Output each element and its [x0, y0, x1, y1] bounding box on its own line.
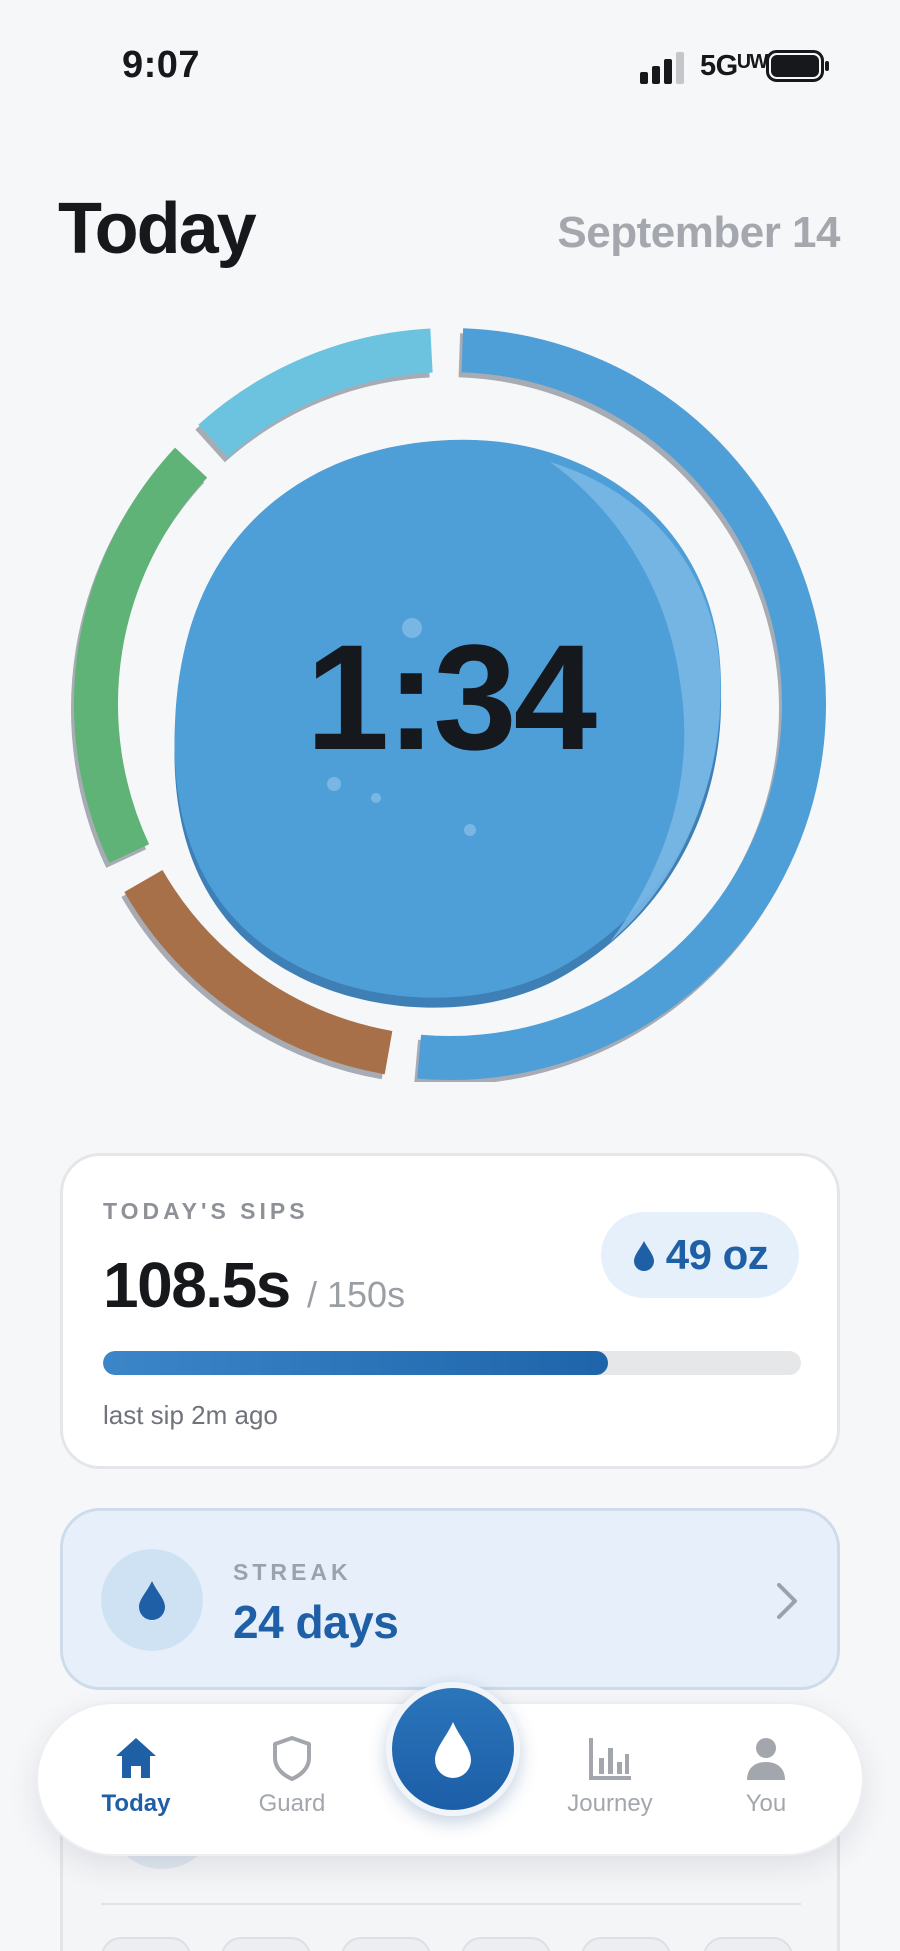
- log-sip-button[interactable]: [386, 1682, 520, 1816]
- network-label: 5Gᵁᵂ: [700, 50, 768, 82]
- streak-heading: STREAK: [233, 1559, 352, 1585]
- page-title: Today: [58, 189, 257, 269]
- todays-sips-card[interactable]: TODAY'S SIPS 108.5s / 150s 49 oz last si…: [60, 1153, 840, 1469]
- nav-label: Journey: [567, 1790, 653, 1817]
- nav-item-today[interactable]: Today: [76, 1734, 196, 1834]
- hydration-ring[interactable]: 1:34: [70, 322, 830, 1082]
- sips-value: 108.5s: [103, 1249, 291, 1321]
- timer-value: 1:34: [305, 613, 597, 781]
- person-icon: [747, 1738, 785, 1780]
- chip: [221, 1937, 311, 1951]
- ounces-pill: 49 oz: [601, 1212, 799, 1298]
- last-sip-text: last sip 2m ago: [103, 1400, 278, 1430]
- ounces-value: 49 oz: [665, 1231, 769, 1278]
- nav-item-you[interactable]: You: [706, 1734, 826, 1834]
- home-icon: [116, 1738, 156, 1778]
- water-drop-icon: [633, 1241, 654, 1271]
- divider: [101, 1903, 801, 1905]
- sips-progress-bar: [103, 1351, 801, 1375]
- water-drop-icon: [139, 1581, 165, 1620]
- bar-chart-icon: [589, 1738, 631, 1780]
- chevron-right-icon[interactable]: [773, 1579, 801, 1623]
- battery-icon: [766, 50, 829, 82]
- streak-icon-badge: [101, 1549, 203, 1651]
- sips-heading: TODAY'S SIPS: [103, 1198, 309, 1224]
- ring-segment-light-blue: [198, 328, 433, 458]
- streak-value: 24 days: [233, 1596, 399, 1648]
- streak-card[interactable]: STREAK 24 days: [60, 1508, 840, 1690]
- chip: [461, 1937, 551, 1951]
- sips-goal: / 150s: [307, 1274, 406, 1315]
- nav-item-journey[interactable]: Journey: [550, 1734, 670, 1834]
- nav-label: Today: [101, 1790, 171, 1817]
- sips-progress-fill: [103, 1351, 608, 1375]
- nav-label: Guard: [258, 1790, 326, 1817]
- signal-icon: [640, 52, 684, 84]
- shield-icon: [273, 1736, 311, 1781]
- chip: [703, 1937, 793, 1951]
- status-time: 9:07: [122, 44, 201, 86]
- nav-item-guard[interactable]: Guard: [232, 1734, 352, 1834]
- chip: [101, 1937, 191, 1951]
- bottom-nav: Today Guard Journey You: [36, 1682, 864, 1856]
- chip: [581, 1937, 671, 1951]
- chip: [341, 1937, 431, 1951]
- status-bar: 9:07 5Gᵁᵂ: [0, 0, 900, 132]
- water-drop-icon: [435, 1722, 471, 1778]
- nav-label: You: [745, 1790, 787, 1817]
- page-date: September 14: [557, 208, 840, 257]
